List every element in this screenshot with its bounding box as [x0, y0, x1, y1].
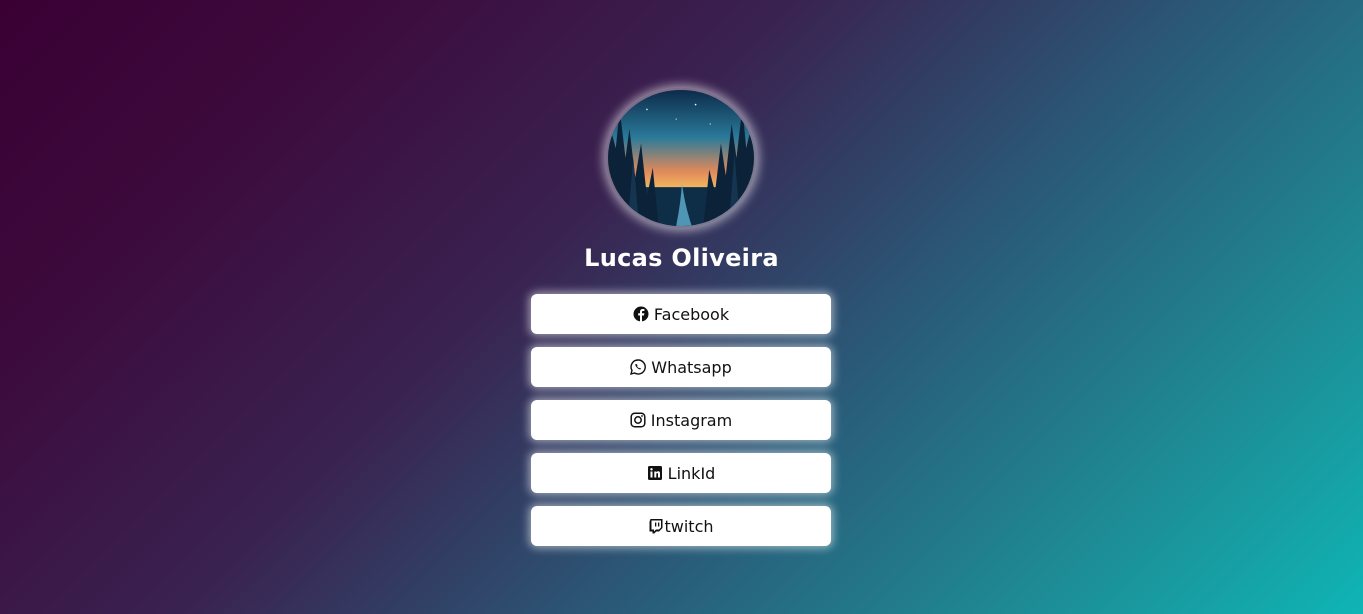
- linkedin-icon: [647, 465, 663, 481]
- instagram-link-button[interactable]: Instagram: [531, 400, 831, 440]
- linkedin-link-label: LinkId: [667, 463, 716, 483]
- whatsapp-link-button[interactable]: Whatsapp: [531, 347, 831, 387]
- instagram-link-label: Instagram: [650, 410, 733, 430]
- social-links-list: Facebook Whatsapp Instagram LinkId twitc: [531, 294, 831, 559]
- twitch-link-label: twitch: [664, 516, 714, 536]
- profile-name: Lucas Oliveira: [584, 244, 779, 272]
- instagram-icon: [630, 412, 646, 428]
- facebook-icon: [633, 306, 649, 322]
- whatsapp-icon: [630, 359, 647, 375]
- twitch-icon: [648, 518, 664, 534]
- linkedin-link-button[interactable]: LinkId: [531, 453, 831, 493]
- whatsapp-link-label: Whatsapp: [651, 357, 732, 377]
- profile-card: Lucas Oliveira Facebook Whatsapp Instagr…: [0, 0, 1363, 614]
- forest-landscape-image: [608, 90, 754, 226]
- facebook-link-label: Facebook: [653, 304, 730, 324]
- twitch-link-button[interactable]: twitch: [531, 506, 831, 546]
- profile-avatar: [606, 88, 756, 228]
- facebook-link-button[interactable]: Facebook: [531, 294, 831, 334]
